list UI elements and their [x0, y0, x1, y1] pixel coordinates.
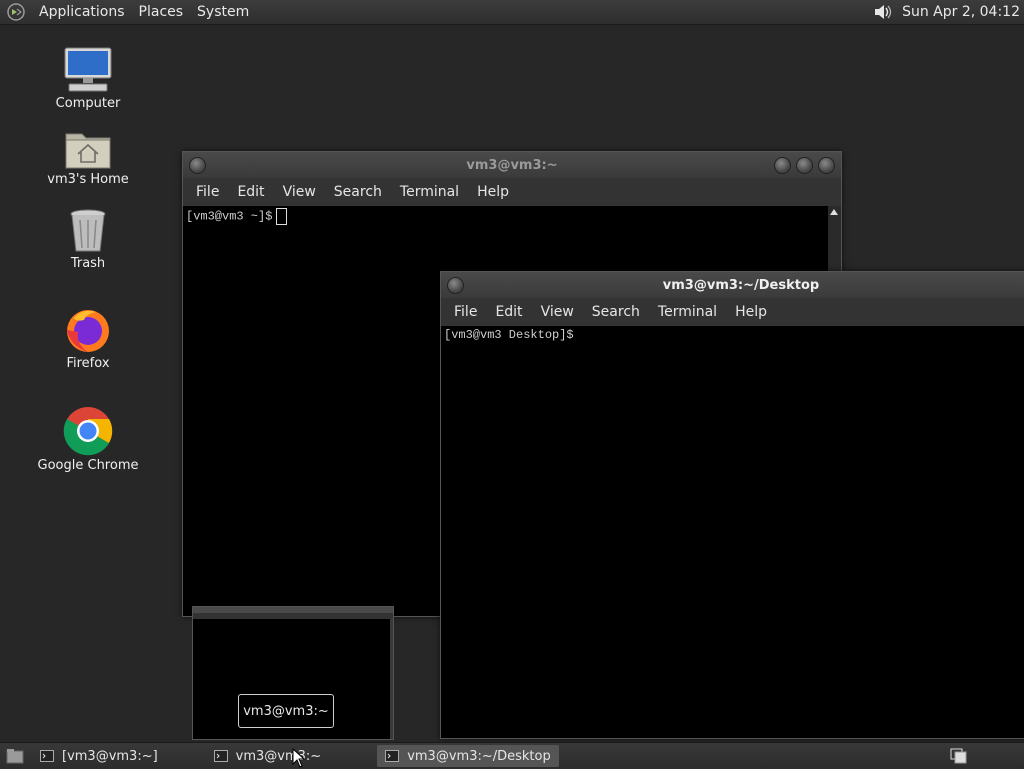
taskbar-item-desktop[interactable]: vm3@vm3:~/Desktop: [377, 745, 559, 767]
window-preview-tooltip: vm3@vm3:~: [238, 694, 334, 728]
system-menu[interactable]: System: [190, 4, 256, 20]
desktop-icon-firefox[interactable]: Firefox: [33, 306, 143, 371]
places-menu[interactable]: Places: [132, 4, 191, 20]
shell-prompt: [vm3@vm3 ~]$: [186, 209, 273, 224]
menu-search[interactable]: Search: [583, 304, 649, 320]
desktop-icon-home[interactable]: vm3's Home: [33, 128, 143, 187]
home-folder-icon: [65, 133, 111, 169]
desktop-icon-label: Firefox: [66, 356, 110, 371]
terminal-icon: [385, 750, 400, 762]
applications-menu[interactable]: Applications: [32, 4, 132, 20]
terminal-icon: [213, 750, 228, 762]
menu-terminal[interactable]: Terminal: [391, 184, 468, 200]
text-cursor: [276, 208, 288, 225]
computer-icon: [64, 47, 112, 92]
menu-terminal[interactable]: Terminal: [649, 304, 726, 320]
window-menubar: File Edit View Search Terminal Help: [183, 178, 841, 206]
menu-view[interactable]: View: [274, 184, 325, 200]
taskbar-item-home[interactable]: vm3@vm3:~: [206, 745, 330, 767]
trash-icon: [70, 209, 106, 252]
menu-search[interactable]: Search: [325, 184, 391, 200]
scroll-up-arrow-icon[interactable]: [830, 209, 838, 215]
shell-prompt: [vm3@vm3 Desktop]$: [444, 328, 574, 342]
desktop-icon-label: Computer: [55, 96, 121, 111]
window-menu-button[interactable]: [189, 157, 206, 174]
preview-scrollbar: [390, 619, 393, 739]
desktop-icon-label: Trash: [70, 256, 106, 271]
menu-help[interactable]: Help: [726, 304, 776, 320]
menu-file[interactable]: File: [187, 184, 228, 200]
menu-file[interactable]: File: [445, 304, 486, 320]
preview-menubar: [193, 613, 393, 619]
terminal-area[interactable]: [vm3@vm3 Desktop]$: [441, 326, 1024, 344]
show-desktop-icon[interactable]: [6, 748, 24, 764]
firefox-icon: [67, 310, 109, 352]
desktop-icon-chrome[interactable]: Google Chrome: [33, 406, 143, 473]
desktop-icon-computer[interactable]: Computer: [33, 46, 143, 111]
desktop-icon-label: Google Chrome: [37, 458, 139, 473]
terminal-icon: [40, 750, 54, 762]
workspace-switcher-icon[interactable]: [950, 748, 968, 764]
menu-edit[interactable]: Edit: [486, 304, 531, 320]
window-menubar: File Edit View Search Terminal Help: [441, 298, 1024, 326]
minimize-button[interactable]: [774, 157, 791, 174]
menu-help[interactable]: Help: [468, 184, 518, 200]
taskbar-item-home-minimized[interactable]: [vm3@vm3:~]: [32, 745, 166, 767]
mouse-pointer-icon: [292, 748, 306, 768]
maximize-button[interactable]: [796, 157, 813, 174]
window-menu-button[interactable]: [447, 277, 464, 294]
top-panel: Applications Places System Sun Apr 2, 04…: [0, 0, 1024, 25]
terminal-window-desktop[interactable]: vm3@vm3:~/Desktop File Edit View Search …: [440, 271, 1024, 739]
window-title: vm3@vm3:~: [466, 157, 558, 173]
window-titlebar[interactable]: vm3@vm3:~/Desktop: [441, 272, 1024, 298]
close-button[interactable]: [818, 157, 835, 174]
taskbar-label: vm3@vm3:~/Desktop: [407, 748, 551, 764]
volume-icon[interactable]: [872, 2, 894, 22]
menu-edit[interactable]: Edit: [228, 184, 273, 200]
bottom-panel: [vm3@vm3:~] vm3@vm3:~ vm3@vm3:~/Desktop: [0, 742, 1024, 769]
chrome-icon: [63, 407, 113, 456]
window-titlebar[interactable]: vm3@vm3:~: [183, 152, 841, 178]
distro-logo-icon[interactable]: [6, 2, 26, 22]
taskbar-label: [vm3@vm3:~]: [62, 748, 158, 764]
window-title: vm3@vm3:~/Desktop: [662, 277, 820, 293]
menu-view[interactable]: View: [532, 304, 583, 320]
clock[interactable]: Sun Apr 2, 04:12: [894, 4, 1024, 20]
desktop-icon-label: vm3's Home: [47, 172, 129, 187]
taskbar-label: vm3@vm3:~: [235, 748, 322, 764]
desktop-icon-trash[interactable]: Trash: [33, 208, 143, 271]
terminal-area[interactable]: [vm3@vm3 ~]$: [183, 206, 841, 227]
